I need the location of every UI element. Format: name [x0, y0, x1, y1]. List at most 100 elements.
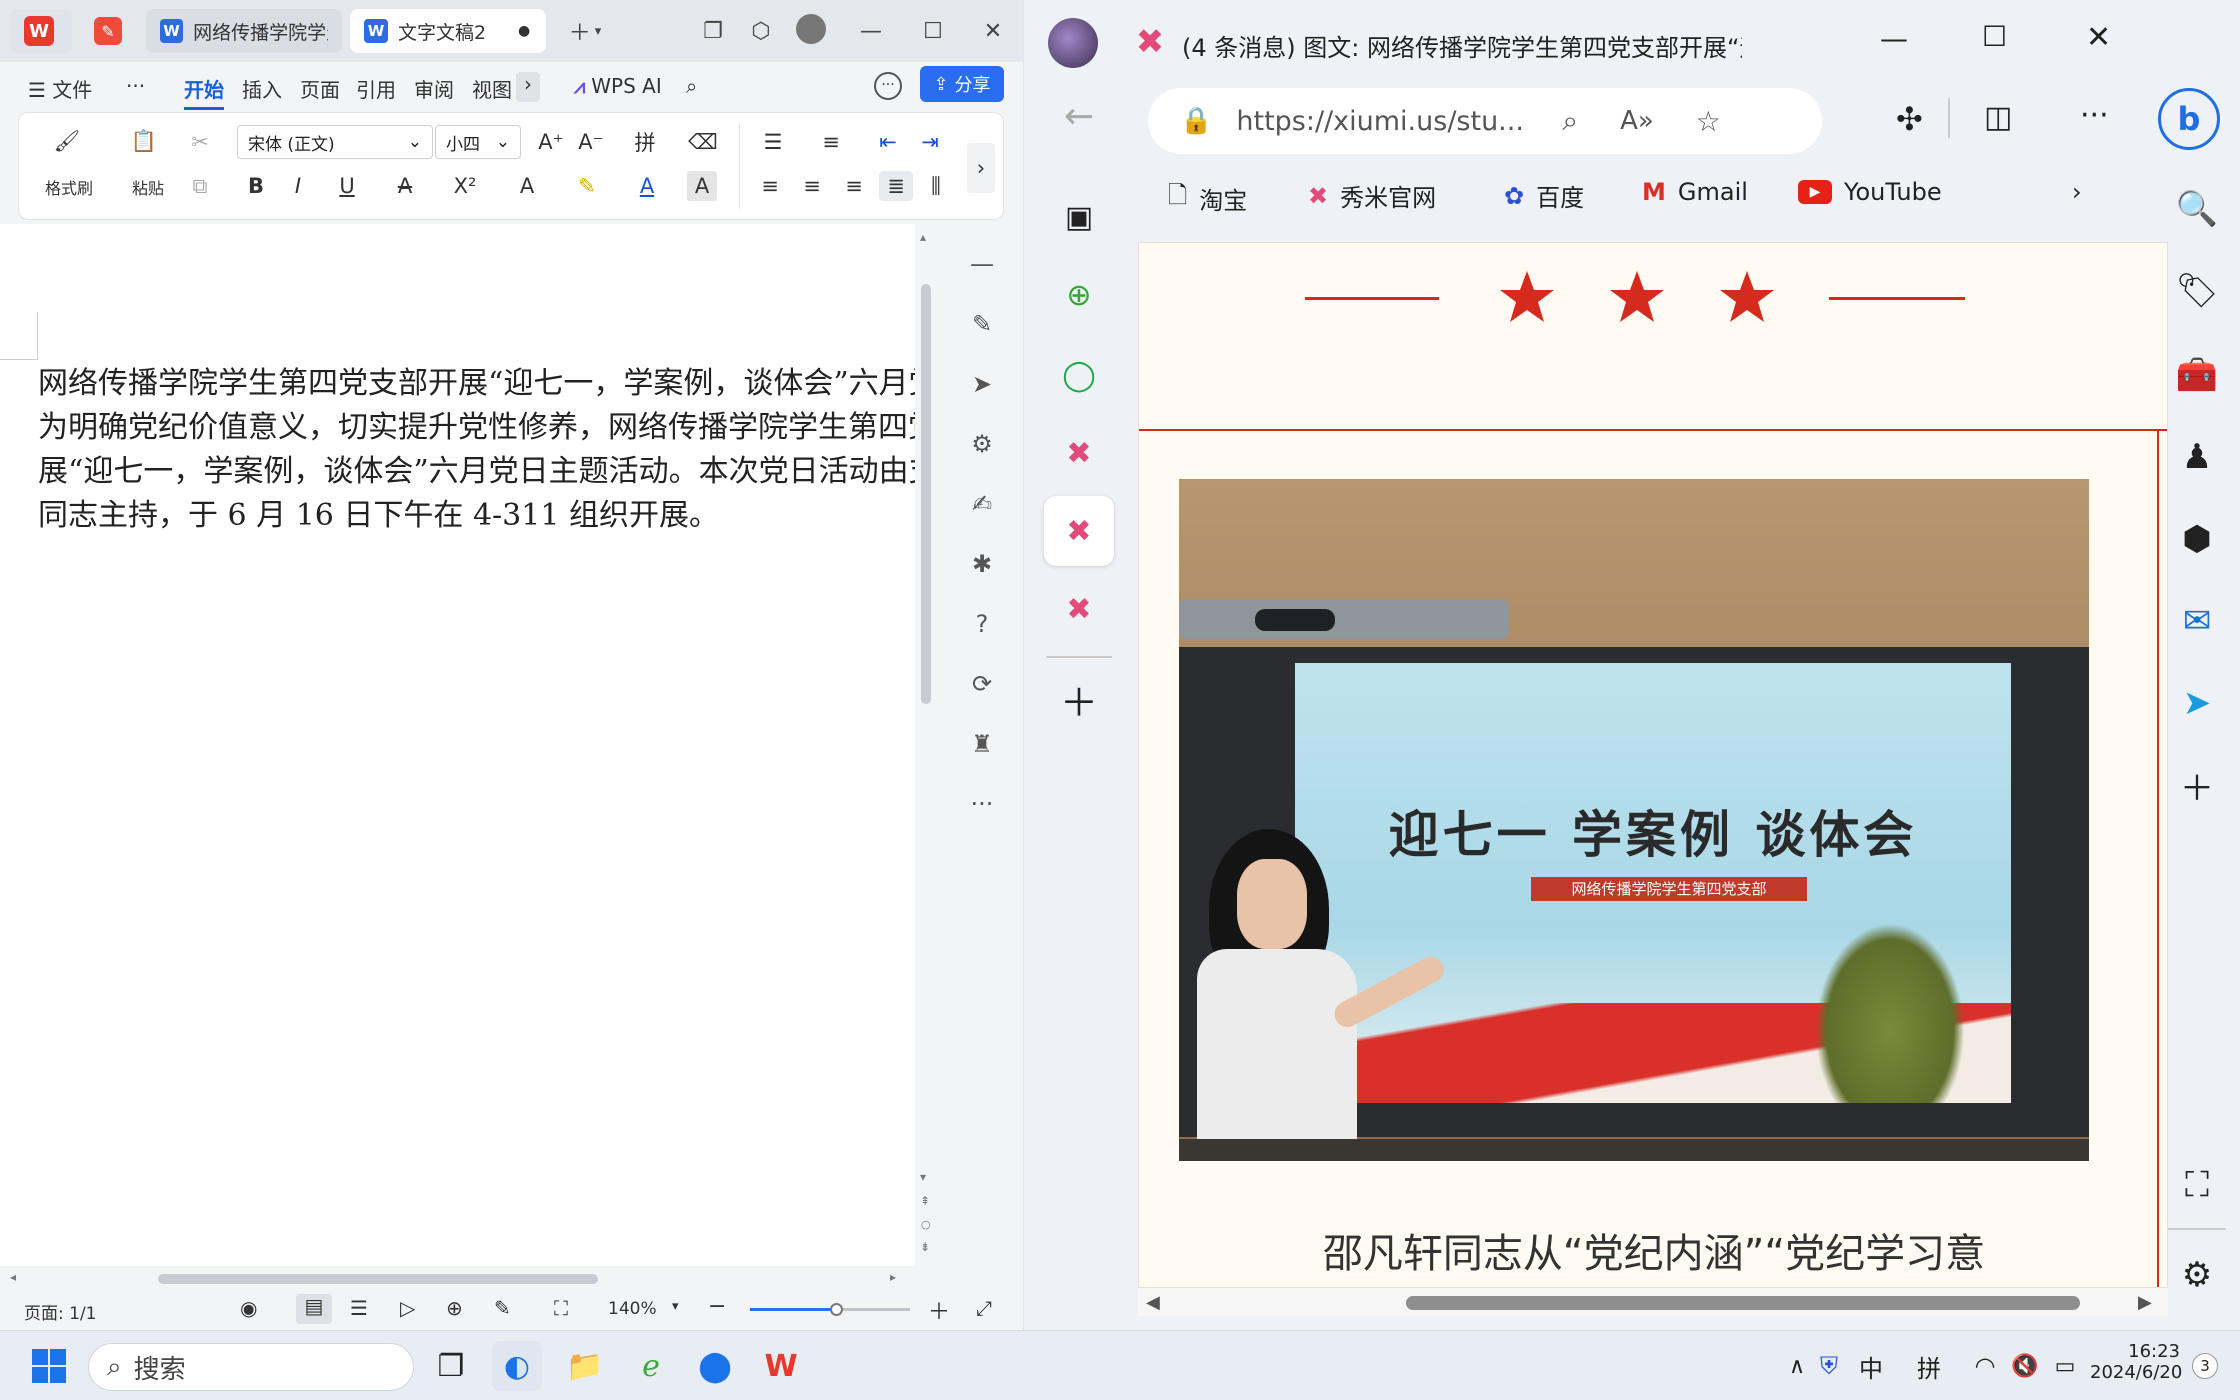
- increase-font-icon[interactable]: A⁺: [535, 127, 567, 157]
- decrease-font-icon[interactable]: A⁻: [575, 127, 607, 157]
- file-menu[interactable]: ☰ 文件: [28, 74, 92, 103]
- phonetic-icon[interactable]: 拼: [623, 127, 667, 157]
- address-bar[interactable]: 🔒 https://xiumi.us/stu... ⌕ A» ☆: [1148, 88, 1822, 154]
- fit-page-icon[interactable]: ⛶: [554, 1296, 568, 1320]
- scroll-down-icon[interactable]: ▾: [920, 1170, 926, 1184]
- tab-references[interactable]: 引用: [356, 74, 396, 103]
- tab-xiumi-active-icon[interactable]: ✖: [1044, 496, 1114, 566]
- highlight-icon[interactable]: ✎: [565, 171, 609, 201]
- clock-area[interactable]: 16:23 2024/6/20: [2090, 1341, 2182, 1383]
- clear-format-icon[interactable]: ⌫: [687, 127, 719, 157]
- minimize-icon[interactable]: —: [1880, 22, 1908, 55]
- text-effect-icon[interactable]: A: [507, 171, 547, 201]
- search-icon[interactable]: 🔍: [2172, 184, 2222, 234]
- align-right-icon[interactable]: ≡: [839, 171, 869, 201]
- tab-xiumi-icon[interactable]: ✖: [1044, 574, 1114, 644]
- vertical-scrollbar[interactable]: ▴ ▾ ⇞ ○ ⇟: [916, 224, 936, 1266]
- scroll-right-icon[interactable]: ▶: [2138, 1292, 2152, 1313]
- pdf-tab[interactable]: ✎: [80, 9, 136, 53]
- more-options-icon[interactable]: ···: [2080, 98, 2109, 133]
- cube-icon[interactable]: ⬡: [746, 16, 776, 46]
- extensions-icon[interactable]: ✣: [1896, 100, 1923, 138]
- copilot-icon[interactable]: b: [2158, 88, 2220, 150]
- horizontal-scrollbar[interactable]: ◂ ▸: [0, 1266, 915, 1290]
- chevron-down-icon[interactable]: ▾: [672, 1299, 679, 1314]
- web-hscroll-thumb[interactable]: [1406, 1296, 2080, 1310]
- char-shading-icon[interactable]: A: [687, 171, 717, 201]
- task-view-icon[interactable]: ❐: [426, 1341, 476, 1391]
- doc-tab-1[interactable]: W 网络传播学院学生: [146, 9, 342, 53]
- select-cursor-icon[interactable]: ➤: [964, 366, 1000, 402]
- tab-xiumi-icon[interactable]: ✖: [1044, 418, 1114, 488]
- close-icon[interactable]: ✕: [2086, 20, 2111, 55]
- send-icon[interactable]: ➤: [2172, 678, 2222, 728]
- scroll-thumb[interactable]: [921, 284, 931, 704]
- doc-line[interactable]: 展“迎七一，学案例，谈体会”六月党日主题活动。本次党日活动由支部书记: [38, 450, 915, 494]
- new-tab-plus-icon[interactable]: ＋ ▾: [560, 16, 610, 46]
- align-center-icon[interactable]: ≡: [797, 171, 827, 201]
- notification-badge[interactable]: 3: [2192, 1353, 2218, 1379]
- favorite-baidu[interactable]: ✿ 百度: [1504, 178, 1584, 213]
- font-color-icon[interactable]: A: [625, 171, 669, 201]
- doc-line[interactable]: 同志主持，于 6 月 16 日下午在 4-311 组织开展。: [38, 494, 915, 538]
- font-size-select[interactable]: 小四 ⌄: [435, 125, 521, 159]
- paste-label[interactable]: 粘贴: [113, 175, 183, 199]
- battery-icon[interactable]: ▭: [2040, 1341, 2090, 1391]
- tab-page[interactable]: 页面: [300, 74, 340, 103]
- shopping-tag-icon[interactable]: 🏷: [2172, 266, 2222, 316]
- windows-start-icon[interactable]: [24, 1341, 74, 1391]
- align-left-icon[interactable]: ≡: [755, 171, 785, 201]
- more-menu[interactable]: ···: [126, 74, 145, 98]
- cut-icon[interactable]: ✂: [185, 127, 215, 157]
- tab-actions-icon[interactable]: ▣: [1044, 182, 1114, 252]
- outline-view-icon[interactable]: ☰: [350, 1296, 368, 1320]
- favorite-gmail[interactable]: M Gmail: [1642, 178, 1748, 206]
- doc-line[interactable]: 网络传播学院学生第四党支部开展“迎七一，学案例，谈体会”六月党日主题活动: [38, 362, 915, 406]
- outlook-icon[interactable]: ✉: [2172, 596, 2222, 646]
- read-aloud-icon[interactable]: A»: [1620, 106, 1654, 136]
- font-name-select[interactable]: 宋体 (正文) ⌄: [237, 125, 433, 159]
- handwriting-icon[interactable]: ✍: [964, 486, 1000, 522]
- collapse-icon[interactable]: —: [964, 246, 1000, 282]
- wps-home-tab[interactable]: W: [10, 9, 72, 53]
- next-page-icon[interactable]: ⇟: [920, 1240, 930, 1254]
- ime-language[interactable]: 中: [1846, 1341, 1896, 1391]
- chevron-right-icon[interactable]: ›: [516, 72, 540, 102]
- wps-taskbar-icon[interactable]: W: [756, 1341, 806, 1391]
- file-explorer-icon[interactable]: 📁: [560, 1341, 610, 1391]
- scroll-left-icon[interactable]: ◂: [10, 1270, 16, 1284]
- tab-search-icon[interactable]: ◯: [1044, 340, 1114, 410]
- write-mode-icon[interactable]: ✎: [494, 1296, 511, 1320]
- scroll-right-icon[interactable]: ▸: [890, 1270, 896, 1284]
- doc-line[interactable]: 为明确党纪价值意义，切实提升党性修养，网络传播学院学生第四党支部开: [38, 406, 915, 450]
- zoom-slider[interactable]: [750, 1303, 910, 1316]
- close-icon[interactable]: ✕: [976, 14, 1010, 48]
- office-icon[interactable]: ⬢: [2172, 514, 2222, 564]
- shirt-icon[interactable]: ♜: [964, 726, 1000, 762]
- italic-icon[interactable]: I: [283, 171, 313, 201]
- document-text[interactable]: 网络传播学院学生第四党支部开展“迎七一，学案例，谈体会”六月党日主题活动 为明确…: [38, 362, 915, 538]
- scroll-up-icon[interactable]: ▴: [920, 230, 926, 244]
- settings-gear-icon[interactable]: ⚙: [2172, 1250, 2222, 1300]
- copy-icon[interactable]: ⧉: [185, 171, 215, 201]
- taskbar-search-box[interactable]: ⌕ 搜索: [88, 1343, 414, 1391]
- favorite-xiumi[interactable]: ✖ 秀米官网: [1308, 178, 1436, 213]
- paste-icon[interactable]: 📋: [119, 123, 169, 159]
- strikethrough-icon[interactable]: A: [385, 171, 425, 201]
- back-arrow-icon[interactable]: ←: [1064, 96, 1094, 137]
- tab-green-plus-icon[interactable]: ⊕: [1044, 260, 1114, 330]
- numbered-list-icon[interactable]: ≡: [811, 127, 851, 157]
- document-canvas[interactable]: 网络传播学院学生第四党支部开展“迎七一，学案例，谈体会”六月党日主题活动 为明确…: [0, 224, 915, 1266]
- profile-avatar[interactable]: [1048, 18, 1098, 68]
- prev-page-icon[interactable]: ⇞: [920, 1194, 930, 1208]
- decrease-indent-icon[interactable]: ⇤: [873, 127, 903, 157]
- ime-mode[interactable]: 拼: [1904, 1341, 1954, 1391]
- tab-home[interactable]: 开始: [184, 74, 224, 110]
- format-painter-icon[interactable]: 🖌: [37, 123, 97, 159]
- edge-taskbar-icon[interactable]: ◐: [492, 1341, 542, 1391]
- page-title[interactable]: (4 条消息) 图文: 网络传播学院学生第四党支部开展“迎七一，...: [1182, 28, 1742, 63]
- eye-protection-icon[interactable]: ◉: [240, 1296, 257, 1320]
- format-painter-label[interactable]: 格式刷: [37, 175, 101, 199]
- increase-indent-icon[interactable]: ⇥: [915, 127, 945, 157]
- zoom-in-icon[interactable]: ＋: [928, 1294, 950, 1326]
